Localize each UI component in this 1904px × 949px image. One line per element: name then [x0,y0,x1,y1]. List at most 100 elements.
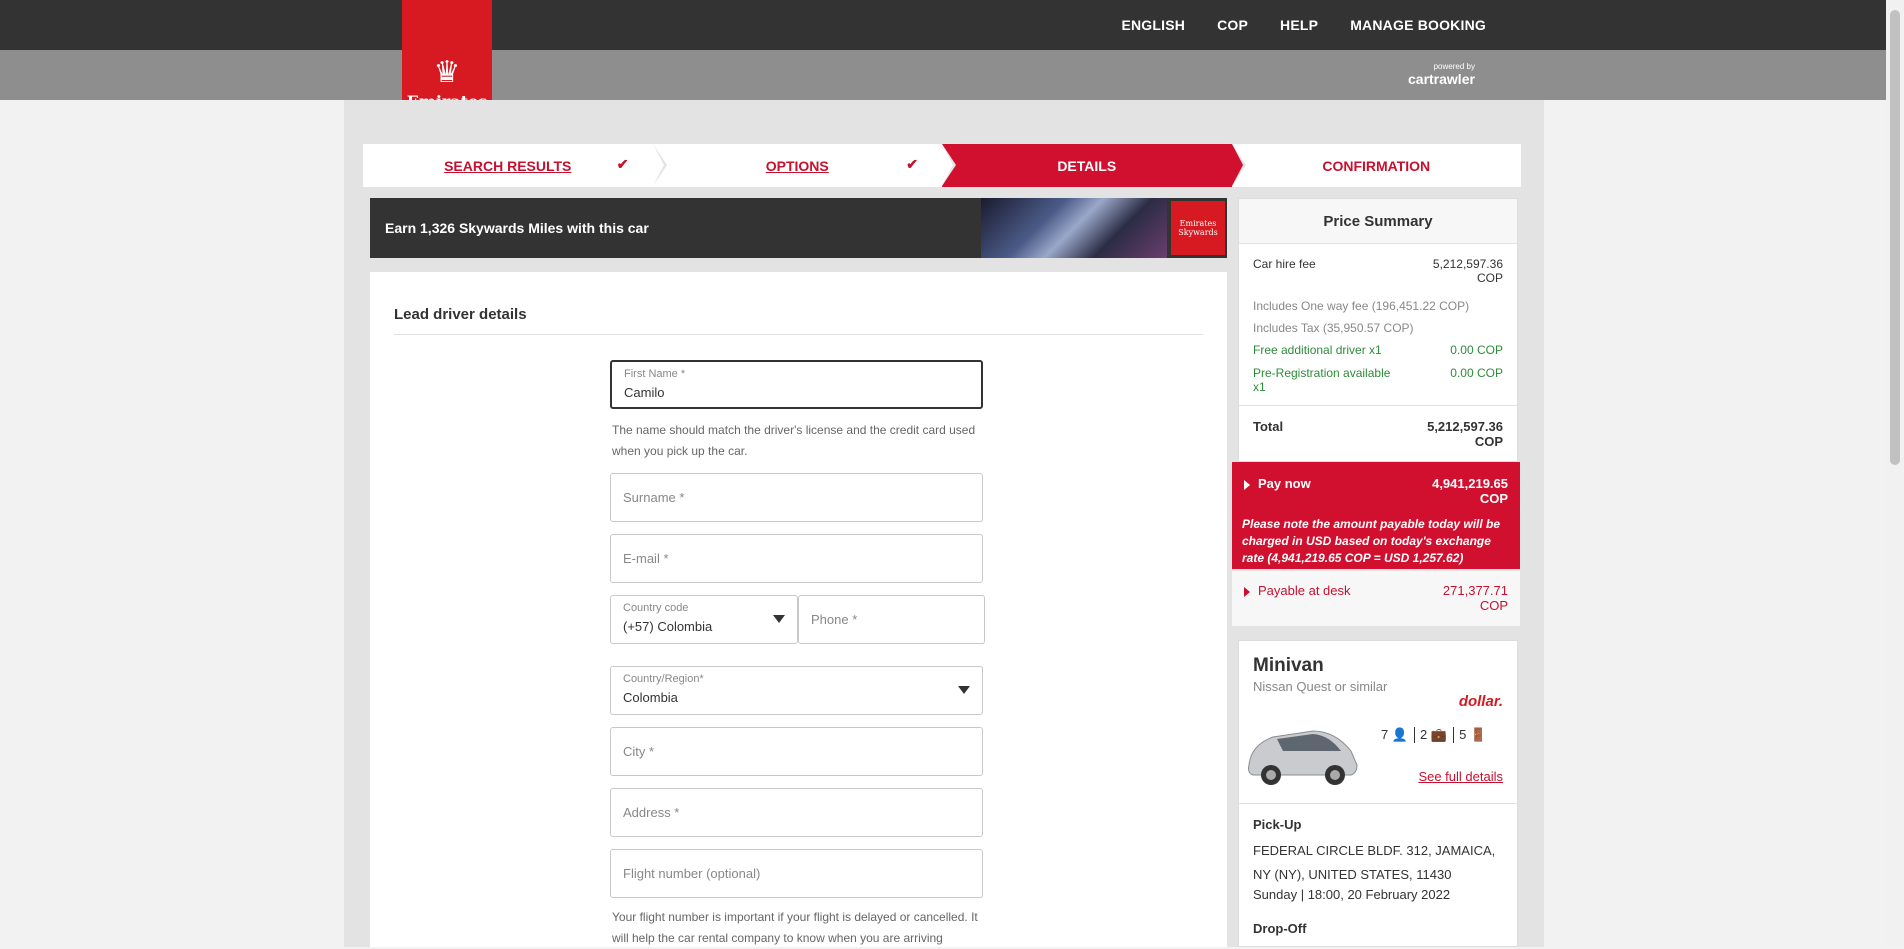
first-name-field[interactable]: First Name * Camilo [610,360,983,409]
scrollbar[interactable] [1886,0,1904,947]
car-hire-value: 5,212,597.36 [1432,257,1503,271]
step-confirmation: CONFIRMATION [1231,144,1521,187]
price-summary: Price Summary Car hire fee 5,212,597.36 C… [1232,198,1520,628]
powered-by-label: powered by [1433,62,1475,71]
scrollbar-thumb[interactable] [1890,10,1900,465]
free-driver-row: Free additional driver x1 0.00 COP [1253,343,1503,357]
step-options[interactable]: OPTIONS ✔ [652,144,956,187]
pre-registration-label: Pre-Registration available x1 [1253,366,1391,394]
address-field[interactable]: Address * [610,788,983,837]
divider [1239,405,1517,406]
help-link[interactable]: HELP [1280,17,1318,33]
doors-count: 5 [1459,727,1467,742]
first-name-label: First Name * [624,368,686,380]
bags-count: 2 [1420,727,1428,742]
city-placeholder: City * [623,744,655,759]
flight-number-field[interactable]: Flight number (optional) [610,849,983,898]
surname-placeholder: Surname * [623,490,685,505]
supplier-logo: dollar. [1458,693,1503,710]
badge-line: Emirates [1179,219,1217,228]
free-driver-value: 0.00 COP [1450,343,1503,357]
country-region-value: Colombia [623,690,678,705]
currency-link[interactable]: COP [1217,17,1248,33]
city-field[interactable]: City * [610,727,983,776]
skywards-banner: Earn 1,326 Skywards Miles with this car … [370,198,1227,258]
email-placeholder: E-mail * [623,551,669,566]
step-label: DETAILS [1057,157,1117,174]
sub-bar [0,50,1886,100]
dropoff-title: Drop-Off [1253,921,1307,936]
total-label: Total [1253,419,1284,434]
pay-now-section[interactable]: Pay now 4,941,219.65 COP Please note the … [1232,462,1520,569]
powered-by-cartrawler: powered by cartrawler [1408,62,1475,89]
skywards-logo: Emirates Skywards [1171,201,1225,255]
cartrawler-logo: cartrawler [1408,71,1475,87]
step-label: SEARCH RESULTS [444,157,572,174]
price-summary-box: Price Summary Car hire fee 5,212,597.36 C… [1238,198,1518,462]
lead-driver-form: Lead driver details First Name * Camilo … [370,272,1227,947]
expand-arrow-icon [1244,586,1250,597]
currency-label: COP [1474,434,1503,449]
car-model: Nissan Quest or similar [1253,679,1388,694]
see-full-details-link[interactable]: See full details [1418,769,1503,784]
divider [394,334,1203,335]
suitcase-icon: 💼 [1430,727,1448,742]
tax-row: Includes Tax (35,950.57 COP) [1253,321,1414,335]
phone-field[interactable]: Phone * [798,595,985,644]
currency-label: COP [1476,271,1503,285]
language-link[interactable]: ENGLISH [1121,17,1185,33]
phone-placeholder: Phone * [811,612,858,627]
calligraphy-icon: ♛ [433,55,461,90]
total-row: Total 5,212,597.36 COP [1253,419,1503,449]
top-nav: ENGLISH COP HELP MANAGE BOOKING [1089,0,1486,50]
progress-steps: SEARCH RESULTS ✔ OPTIONS ✔ DETAILS CONFI… [363,144,1521,187]
pay-now-value: 4,941,219.65 [1432,476,1508,491]
free-driver-label: Free additional driver x1 [1253,343,1382,357]
country-region-label: Country/Region* [623,673,704,685]
badge-line: Skywards [1178,228,1218,237]
car-summary-card: Minivan Nissan Quest or similar dollar. … [1238,640,1518,947]
pickup-address: FEDERAL CIRCLE BLDF. 312, JAMAICA, NY (N… [1253,843,1496,882]
seats-count: 7 [1381,727,1389,742]
pay-now-label: Pay now [1258,476,1311,491]
check-icon: ✔ [906,156,918,172]
payable-at-desk-section[interactable]: Payable at desk 271,377.71 COP [1232,571,1520,626]
pre-registration-value: 0.00 COP [1450,366,1503,380]
price-summary-title: Price Summary [1239,199,1517,244]
address-placeholder: Address * [623,805,680,820]
car-hire-row: Car hire fee 5,212,597.36 COP [1253,257,1503,285]
country-code-label: Country code [623,602,689,614]
manage-booking-link[interactable]: MANAGE BOOKING [1350,17,1486,33]
flight-help-text: Your flight number is important if your … [612,910,978,945]
pickup-title: Pick-Up [1253,817,1302,832]
step-label: CONFIRMATION [1322,157,1431,174]
pickup-time: Sunday | 18:00, 20 February 2022 [1253,887,1451,902]
flight-number-placeholder: Flight number (optional) [623,866,761,881]
pay-now-note: Please note the amount payable today wil… [1242,517,1501,565]
pay-desk-label: Payable at desk [1258,583,1351,598]
currency-label: COP [1479,491,1508,506]
total-value: 5,212,597.36 [1427,419,1503,434]
door-icon: 🚪 [1469,727,1487,742]
expand-arrow-icon [1244,479,1250,490]
one-way-fee-row: Includes One way fee (196,451.22 COP) [1253,299,1470,313]
step-search-results[interactable]: SEARCH RESULTS ✔ [363,144,667,187]
step-details: DETAILS [942,144,1246,187]
country-code-select[interactable]: Country code (+57) Colombia [610,595,798,644]
email-field[interactable]: E-mail * [610,534,983,583]
skywards-miles-text: Earn 1,326 Skywards Miles with this car [385,220,649,236]
surname-field[interactable]: Surname * [610,473,983,522]
car-image [1248,730,1358,785]
top-bar [0,0,1886,50]
banner-image [981,198,1167,258]
pay-desk-value: 271,377.71 [1442,583,1508,598]
dropdown-arrow-icon [773,615,785,623]
pre-registration-row: Pre-Registration available x1 0.00 COP [1253,366,1503,394]
dropdown-arrow-icon [958,686,970,694]
country-code-value: (+57) Colombia [623,619,713,634]
name-help-text: The name should match the driver's licen… [612,423,976,458]
person-icon: 👤 [1391,727,1409,742]
country-region-select[interactable]: Country/Region* Colombia [610,666,983,715]
currency-label: COP [1479,598,1508,613]
car-hire-label: Car hire fee [1253,257,1316,271]
